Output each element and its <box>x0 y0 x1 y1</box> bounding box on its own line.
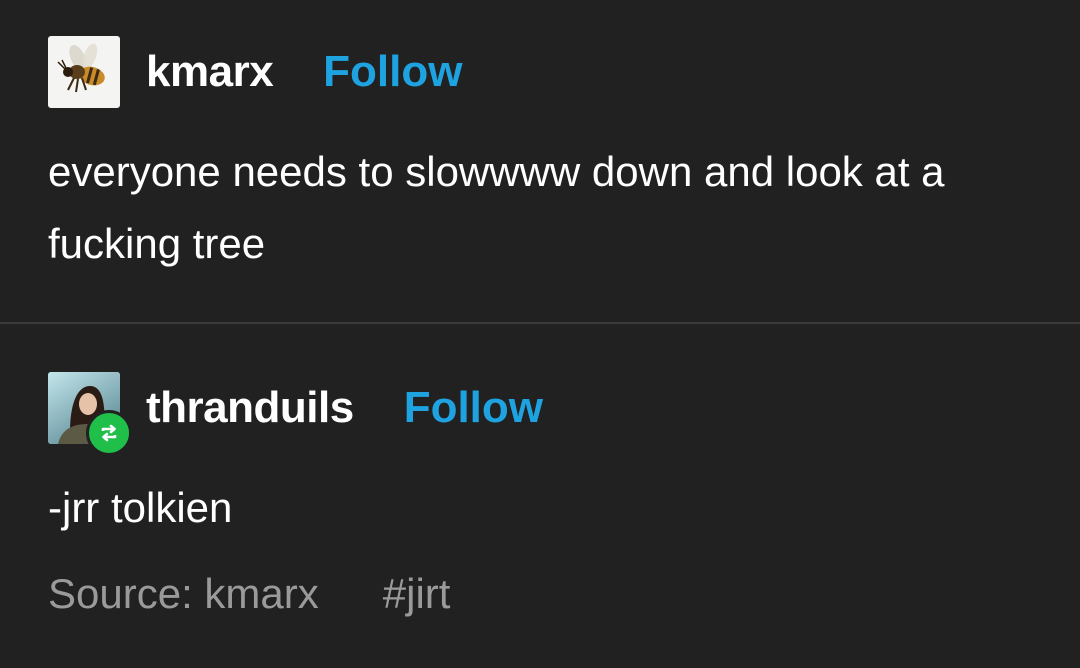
avatar[interactable] <box>48 372 132 456</box>
post-reblog: thranduils Follow -jrr tolkien Source: k… <box>0 324 1080 668</box>
tag-link[interactable]: #jirt <box>383 570 451 618</box>
follow-button[interactable]: Follow <box>404 383 543 433</box>
post-body: -jrr tolkien <box>48 484 233 531</box>
post-header: kmarx Follow <box>48 36 462 108</box>
source-label: Source: <box>48 570 193 617</box>
username[interactable]: thranduils <box>146 383 354 433</box>
post-header: thranduils Follow <box>48 372 543 456</box>
bee-icon <box>57 43 105 93</box>
source-user: kmarx <box>204 570 319 617</box>
reblog-icon <box>101 424 117 442</box>
avatar[interactable] <box>48 36 120 108</box>
source-link[interactable]: Source: kmarx <box>48 570 319 618</box>
follow-button[interactable]: Follow <box>323 47 462 97</box>
post-footer: Source: kmarx #jirt <box>48 570 450 618</box>
username[interactable]: kmarx <box>146 47 274 97</box>
reblog-badge <box>86 410 132 456</box>
post-original: kmarx Follow everyone needs to slowwww d… <box>0 0 1080 322</box>
post-body: everyone needs to slowwww down and look … <box>48 148 945 267</box>
